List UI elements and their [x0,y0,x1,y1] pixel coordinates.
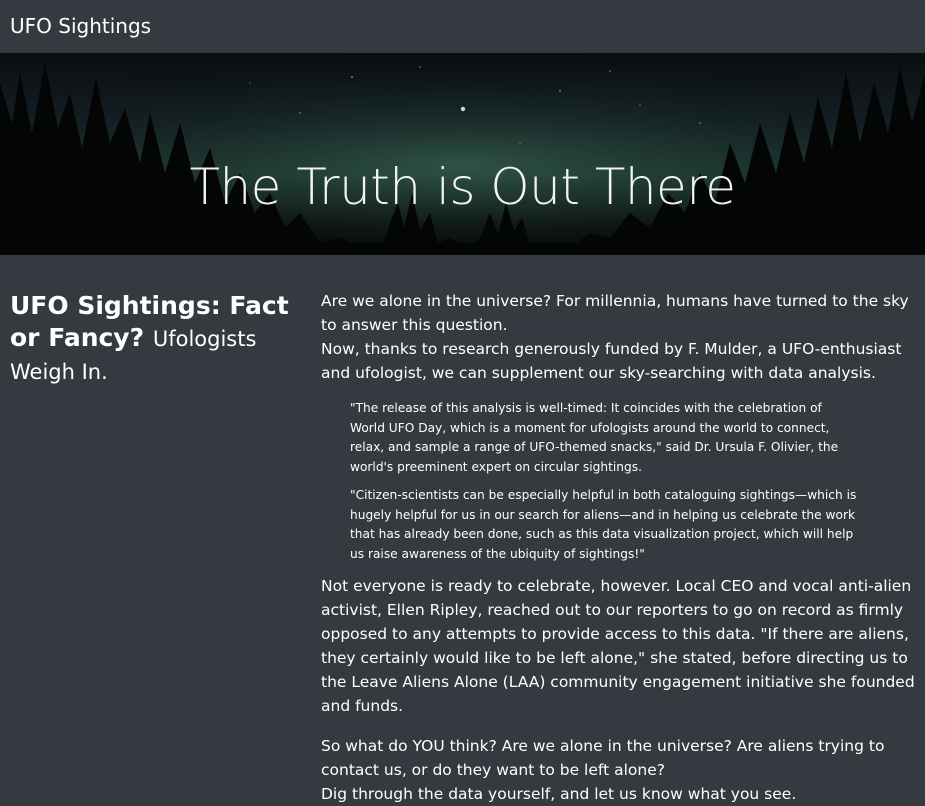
intro-paragraph: Are we alone in the universe? For millen… [321,289,921,385]
hero-title: The Truth is Out There [189,157,736,216]
expert-quote-1: "The release of this analysis is well-ti… [350,401,839,474]
opposition-paragraph: Not everyone is ready to celebrate, howe… [321,577,915,715]
closing-paragraph: So what do YOU think? Are we alone in th… [321,734,921,806]
navbar: UFO Sightings [0,0,925,53]
expert-quote-block: "The release of this analysis is well-ti… [350,399,860,564]
navbar-brand-link[interactable]: UFO Sightings [10,14,151,38]
night-sky-tree-silhouette-image [0,53,925,255]
closing-line-2: Dig through the data yourself, and let u… [321,785,797,803]
intro-line-2: Now, thanks to research generously funde… [321,340,902,382]
article-heading: UFO Sightings: Fact or Fancy? Ufologists… [10,290,305,388]
hero-banner: The Truth is Out There [0,53,925,255]
closing-line-1: So what do YOU think? Are we alone in th… [321,737,885,779]
article-body: Are we alone in the universe? For millen… [321,289,921,806]
expert-quote-2: "Citizen-scientists can be especially he… [350,488,857,561]
sidebar: UFO Sightings: Fact or Fancy? Ufologists… [10,290,305,388]
intro-line-1: Are we alone in the universe? For millen… [321,292,909,334]
